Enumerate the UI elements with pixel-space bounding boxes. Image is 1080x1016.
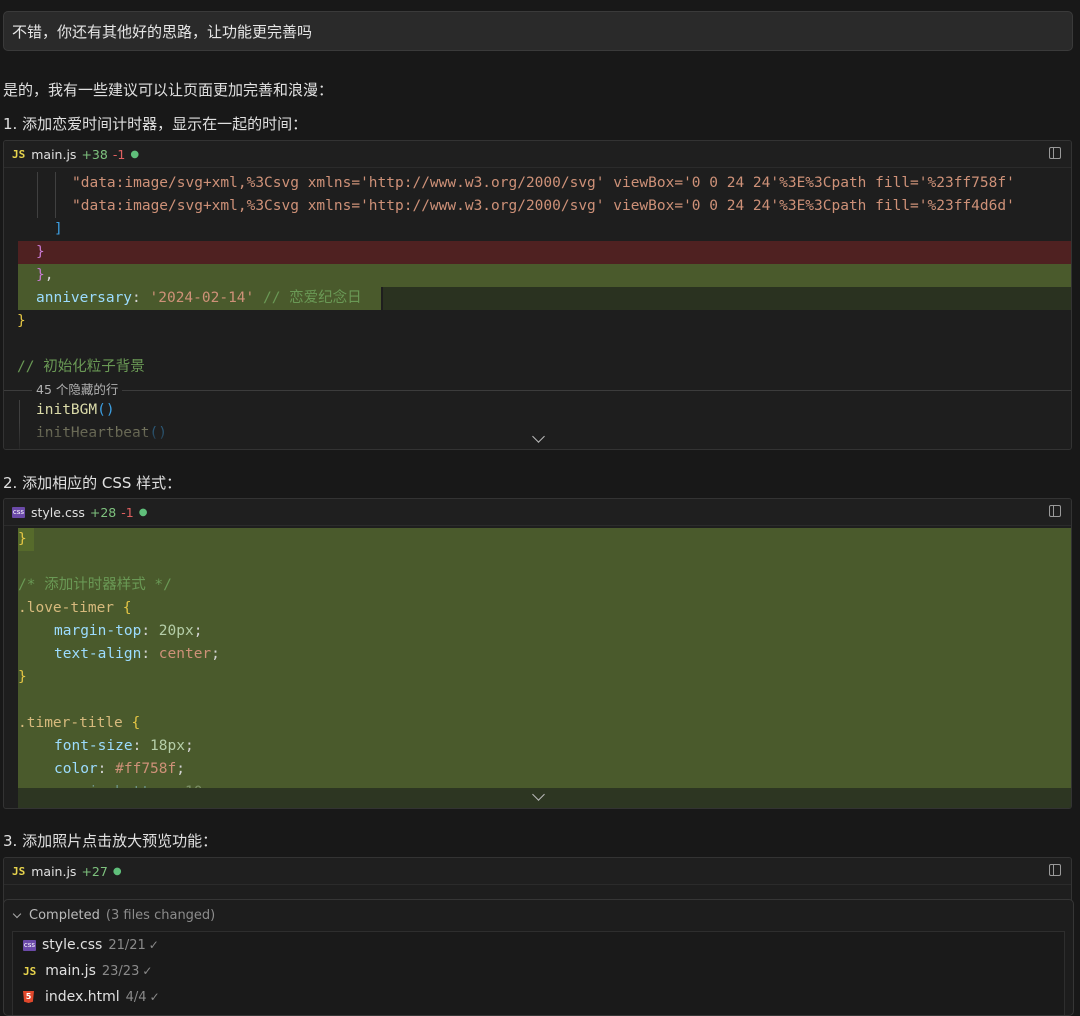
status-dot-icon: ● — [138, 506, 148, 518]
changed-file-item[interactable]: JS main.js 23/23 ✓ — [13, 958, 1064, 984]
code-block-header: css style.css +28 -1 ● — [4, 499, 1071, 526]
changed-file-name: main.js — [45, 963, 96, 979]
check-icon: ✓ — [148, 938, 159, 952]
code-line-added: }, — [18, 264, 1071, 287]
js-file-icon: JS — [23, 964, 37, 978]
code-line: text-align: center; — [54, 646, 220, 662]
lines-removed: -1 — [121, 504, 134, 520]
code-line: .timer-title { — [18, 715, 141, 731]
code-line: } — [18, 669, 27, 685]
code-line-removed: } — [18, 241, 1071, 264]
status-dot-icon: ● — [130, 148, 140, 160]
step-2-text: 2. 添加相应的 CSS 样式： — [3, 474, 182, 492]
check-icon: ✓ — [149, 990, 160, 1004]
code-line-added-rest — [383, 287, 1071, 310]
code-block-header: JS main.js +27 ● — [4, 858, 1071, 885]
changed-file-item[interactable]: css style.css 21/21 ✓ — [13, 932, 1064, 958]
step-1-text: 1. 添加恋爱时间计时器，显示在一起的时间： — [3, 115, 308, 133]
code-line: margin-top: 20px; — [54, 623, 203, 639]
code-line: font-size: 18px; — [54, 738, 194, 754]
open-file-icon[interactable] — [1049, 864, 1061, 876]
user-message-text: 不错，你还有其他好的思路，让功能更完善吗 — [12, 22, 313, 41]
code-line: .love-timer { — [18, 600, 132, 616]
code-block-style-css: css style.css +28 -1 ● } /* 添加计时器样式 */ .… — [3, 498, 1072, 809]
lines-added: +28 — [89, 504, 117, 520]
open-file-icon[interactable] — [1049, 147, 1061, 159]
code-line: /* 添加计时器样式 */ — [18, 577, 172, 593]
js-file-icon: JS — [12, 864, 26, 878]
files-changed-count: (3 files changed) — [105, 907, 216, 923]
completed-label: Completed — [29, 907, 100, 923]
code-area: } /* 添加计时器样式 */ .love-timer { margin-top… — [4, 526, 1071, 808]
css-file-icon: css — [23, 939, 36, 951]
changed-file-progress: 4/4 — [125, 989, 147, 1005]
chevron-down-icon — [12, 909, 22, 918]
js-file-icon: JS — [12, 147, 26, 161]
lines-added: +38 — [81, 146, 108, 162]
code-line-added: anniversary: '2024-02-14' // 恋爱纪念日 — [18, 287, 381, 310]
user-message: 不错，你还有其他好的思路，让功能更完善吗 — [3, 11, 1073, 51]
code-line: color: #ff758f; — [54, 761, 185, 777]
changed-file-name: style.css — [42, 937, 103, 953]
hidden-lines-label[interactable]: 45 个隐藏的行 — [32, 382, 123, 398]
open-file-icon[interactable] — [1049, 505, 1061, 517]
code-area: "data:image/svg+xml,%3Csvg xmlns='http:/… — [4, 168, 1071, 449]
code-line: ] — [54, 221, 63, 237]
changed-file-progress: 23/23 — [101, 963, 140, 979]
code-block-main-js-1: JS main.js +38 -1 ● "data:image/svg+xml,… — [3, 140, 1072, 450]
check-icon: ✓ — [142, 964, 153, 978]
status-dot-icon: ● — [112, 865, 122, 877]
step-3-text: 3. 添加照片点击放大预览功能： — [3, 832, 218, 850]
intro-text: 是的，我有一些建议可以让页面更加完善和浪漫： — [3, 81, 334, 99]
file-name[interactable]: style.css — [31, 505, 85, 520]
changed-file-progress: 21/21 — [108, 937, 146, 953]
hidden-lines-separator — [4, 390, 1071, 391]
code-line: // 初始化粒子背景 — [17, 359, 145, 375]
completed-panel: Completed (3 files changed) css style.cs… — [3, 899, 1074, 1016]
css-file-icon: css — [12, 506, 25, 518]
code-line: } — [17, 313, 26, 329]
html-file-icon: 5 — [23, 991, 34, 1003]
lines-added: +27 — [81, 863, 108, 879]
code-block-header: JS main.js +38 -1 ● — [4, 141, 1071, 168]
file-name[interactable]: main.js — [31, 864, 76, 879]
completed-header[interactable]: Completed (3 files changed) — [4, 900, 1073, 930]
file-name[interactable]: main.js — [31, 147, 76, 162]
code-line: "data:image/svg+xml,%3Csvg xmlns='http:/… — [72, 198, 1015, 214]
changed-file-item[interactable]: 5 index.html 4/4 ✓ — [13, 984, 1064, 1010]
changed-file-name: index.html — [45, 989, 120, 1005]
code-line: initBGM() — [36, 402, 115, 418]
lines-removed: -1 — [112, 146, 126, 162]
code-line: "data:image/svg+xml,%3Csvg xmlns='http:/… — [72, 175, 1015, 191]
changed-files-list: css style.css 21/21 ✓ JS main.js 23/23 ✓… — [12, 931, 1065, 1015]
code-line-added: } — [18, 528, 34, 551]
